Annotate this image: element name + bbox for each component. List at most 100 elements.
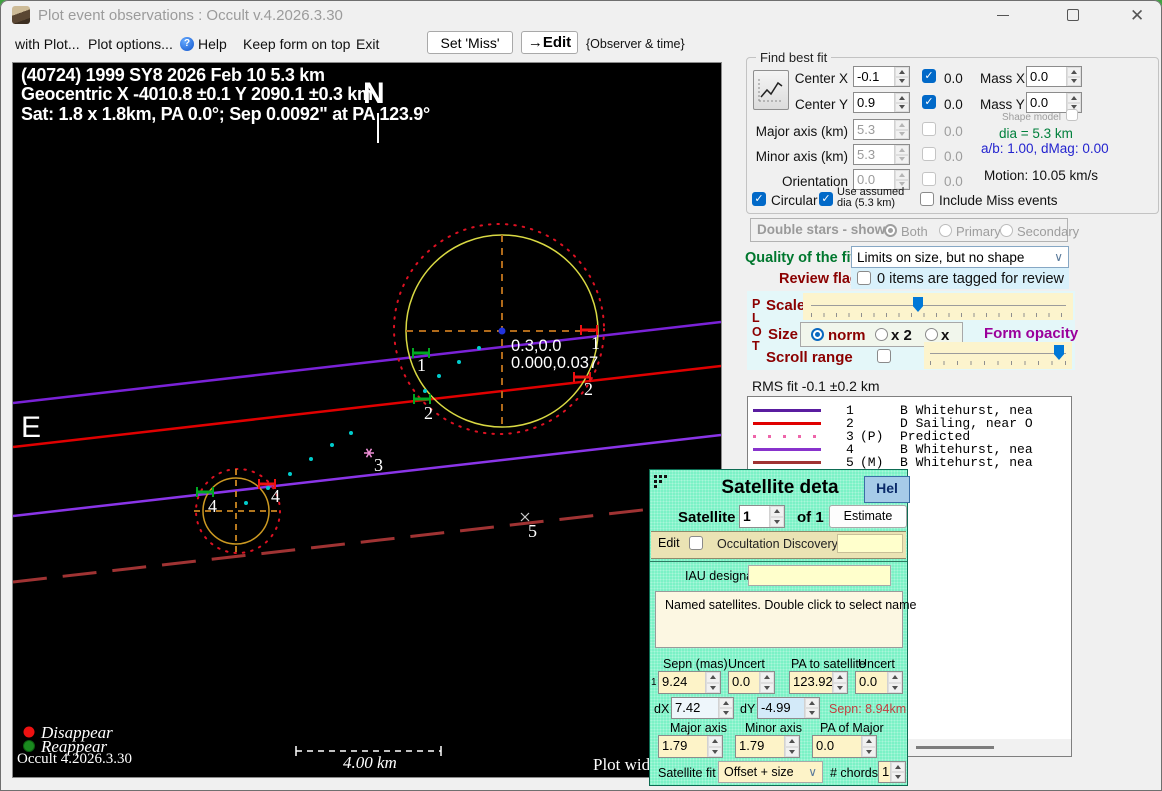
circular-checkbox[interactable] <box>752 192 766 206</box>
use-assumed-checkbox[interactable] <box>819 192 833 206</box>
spin-down-icon[interactable] <box>805 708 819 718</box>
spin-down-icon[interactable] <box>862 746 876 757</box>
fit-chart-button[interactable] <box>753 70 789 110</box>
spin-up-icon[interactable] <box>833 672 847 683</box>
drag-grip-icon[interactable] <box>654 475 670 491</box>
spin-up-icon[interactable] <box>895 67 909 77</box>
observation-row[interactable]: 5 (M) B Whitehurst, nea <box>748 456 1071 469</box>
menu-with-plot[interactable]: with Plot... <box>15 36 80 52</box>
spin-down-icon[interactable] <box>1067 76 1081 86</box>
spin-up-icon[interactable] <box>888 672 902 683</box>
mass-y-value[interactable]: 0.0 <box>1027 93 1066 112</box>
sepn-uncert-value[interactable]: 0.0 <box>729 672 759 693</box>
review-flags-checkbox[interactable] <box>857 271 871 285</box>
sepn-value[interactable]: 9.24 <box>659 672 705 693</box>
scroll-range-checkbox[interactable] <box>877 349 891 363</box>
edit-checkbox[interactable] <box>689 536 703 550</box>
spin-up-icon[interactable] <box>706 672 720 683</box>
satellite-number-value[interactable]: 1 <box>740 506 769 527</box>
center-y-spinner[interactable]: 0.9 <box>853 92 910 113</box>
help-icon[interactable]: ? <box>180 37 194 51</box>
scale-slider[interactable] <box>803 293 1073 320</box>
sat-minor-spinner[interactable]: 1.79 <box>735 735 800 758</box>
spin-up-icon[interactable] <box>805 698 819 708</box>
pa-uncert-spinner[interactable]: 0.0 <box>855 671 903 694</box>
center-y-value[interactable]: 0.9 <box>854 93 894 112</box>
spin-up-icon[interactable] <box>862 736 876 747</box>
center-x-spinner[interactable]: -0.1 <box>853 66 910 87</box>
spin-down-icon[interactable] <box>891 772 905 782</box>
menu-exit[interactable]: Exit <box>356 36 379 52</box>
cbet-field[interactable] <box>837 534 903 553</box>
spin-down-icon[interactable] <box>833 682 847 693</box>
center-y-fix-checkbox[interactable] <box>922 95 936 109</box>
maximize-button[interactable] <box>1050 0 1096 30</box>
menu-plot-options[interactable]: Plot options... <box>88 36 173 52</box>
spin-down-icon[interactable] <box>760 682 774 693</box>
chords-count-value[interactable]: 1 <box>879 762 890 782</box>
include-miss-checkbox[interactable] <box>920 192 934 206</box>
set-miss-button[interactable]: Set 'Miss' <box>427 31 513 54</box>
spin-up-icon[interactable] <box>719 698 733 708</box>
orientation-fix-checkbox[interactable] <box>922 172 936 186</box>
size-x4-radio[interactable] <box>925 328 938 341</box>
menu-help[interactable]: Help <box>198 36 227 52</box>
form-opacity-slider[interactable] <box>924 342 1072 369</box>
iau-designation-input[interactable] <box>748 565 891 586</box>
sat-pa-major-value[interactable]: 0.0 <box>813 736 861 757</box>
major-axis-fix-checkbox[interactable] <box>922 122 936 136</box>
sat-minor-value[interactable]: 1.79 <box>736 736 784 757</box>
spin-up-icon[interactable] <box>1067 93 1081 103</box>
form-opacity-thumb[interactable] <box>1054 345 1064 360</box>
size-norm-radio[interactable] <box>811 328 824 341</box>
double-stars-secondary-radio[interactable] <box>1000 224 1013 237</box>
sat-pa-major-spinner[interactable]: 0.0 <box>812 735 877 758</box>
mass-x-spinner[interactable]: 0.0 <box>1026 66 1082 87</box>
spin-down-icon[interactable] <box>895 76 909 86</box>
spin-down-icon[interactable] <box>785 746 799 757</box>
scale-slider-track[interactable] <box>811 305 1066 306</box>
satellite-number-spinner[interactable]: 1 <box>739 505 785 528</box>
pa-uncert-value[interactable]: 0.0 <box>856 672 887 693</box>
dx-spinner[interactable]: 7.42 <box>671 697 734 719</box>
spin-up-icon[interactable] <box>708 736 722 747</box>
spin-down-icon[interactable] <box>770 516 784 527</box>
spin-down-icon[interactable] <box>888 682 902 693</box>
dx-value[interactable]: 7.42 <box>672 698 718 718</box>
sepn-spinner[interactable]: 9.24 <box>658 671 721 694</box>
major-axis-spinner[interactable]: 5.3 <box>853 119 910 140</box>
named-satellites-list[interactable]: Named satellites. Double click to select… <box>655 591 917 648</box>
spin-down-icon[interactable] <box>708 746 722 757</box>
spin-up-icon[interactable] <box>785 736 799 747</box>
scale-slider-thumb[interactable] <box>913 297 923 312</box>
edit-button[interactable]: →Edit <box>521 31 578 54</box>
scrollbar-thumb[interactable] <box>916 746 994 749</box>
size-x2-radio[interactable] <box>875 328 888 341</box>
sat-major-value[interactable]: 1.79 <box>659 736 707 757</box>
dy-spinner[interactable]: -4.99 <box>757 697 820 719</box>
minor-axis-spinner[interactable]: 5.3 <box>853 144 910 165</box>
dy-value[interactable]: -4.99 <box>758 698 804 718</box>
satellite-details-window[interactable]: Satellite deta Hel Satellite 1 of 1 Esti… <box>649 469 917 786</box>
pa-value[interactable]: 123.92 <box>790 672 832 693</box>
minimize-button[interactable] <box>980 0 1026 30</box>
spin-up-icon[interactable] <box>895 93 909 103</box>
pa-spinner[interactable]: 123.92 <box>789 671 848 694</box>
sat-major-spinner[interactable]: 1.79 <box>658 735 723 758</box>
spin-up-icon[interactable] <box>760 672 774 683</box>
menu-keep-form-on-top[interactable]: Keep form on top <box>243 36 350 52</box>
sepn-uncert-spinner[interactable]: 0.0 <box>728 671 775 694</box>
center-x-value[interactable]: -0.1 <box>854 67 894 86</box>
estimate-orbit-button[interactable]: Estimate orbit <box>829 505 907 544</box>
satellite-fit-dropdown[interactable]: Offset + size ∨ <box>718 761 823 783</box>
center-x-fix-checkbox[interactable] <box>922 69 936 83</box>
plot-area[interactable]: (40724) 1999 SY8 2026 Feb 10 5.3 km Geoc… <box>12 62 722 778</box>
spin-up-icon[interactable] <box>770 506 784 517</box>
spin-down-icon[interactable] <box>719 708 733 718</box>
double-stars-both-radio[interactable] <box>884 224 897 237</box>
mass-x-value[interactable]: 0.0 <box>1027 67 1066 86</box>
shape-model-checkbox[interactable] <box>1066 109 1078 121</box>
close-button[interactable]: ✕ <box>1116 0 1162 30</box>
spin-down-icon[interactable] <box>895 102 909 112</box>
spin-up-icon[interactable] <box>1067 67 1081 77</box>
